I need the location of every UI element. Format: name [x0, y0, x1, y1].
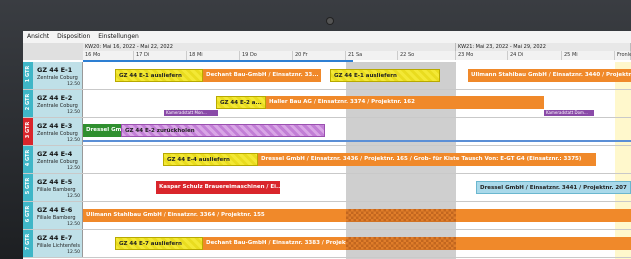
row-stripe: 7 GTR	[23, 230, 33, 257]
row-stripe-text: 4 GTR	[25, 149, 31, 167]
day-header: 21 Sa	[346, 51, 398, 60]
vehicle-row: 4 GTR GZ 44 E-4 Zentrale Coburg 12.50 GZ…	[23, 146, 631, 174]
vehicle-row: 5 GTR GZ 44 E-5 Filiale Bamberg 12.50 Ka…	[23, 174, 631, 202]
row-label[interactable]: 4 GTR GZ 44 E-4 Zentrale Coburg 12.50	[23, 146, 83, 173]
day-header: 20 Fr	[293, 51, 346, 60]
vehicle-name: GZ 44 E-2	[37, 94, 73, 102]
vehicle-location: Filiale Lichtenfels	[37, 243, 80, 249]
planner-window: Ansicht Disposition Einstellungen KW20: …	[23, 31, 631, 259]
vehicle-number: 12.50	[67, 194, 80, 199]
row-stripe: 5 GTR	[23, 174, 33, 201]
row-stripe-text: 7 GTR	[25, 233, 31, 251]
task-bar[interactable]: Ullmann Stahlbau GmbH / Einsatznr. 3440 …	[468, 69, 631, 82]
vehicle-number: 12.50	[67, 250, 80, 255]
task-bar[interactable]: GZ 44 E-2 a...	[216, 96, 266, 109]
vehicle-location: Zentrale Coburg	[37, 131, 78, 137]
task-bar[interactable]: Dressel GmbH / Einsatznr. 3441 / Projekt…	[476, 181, 631, 194]
vehicle-number: 12.50	[67, 222, 80, 227]
menu-ansicht[interactable]: Ansicht	[27, 33, 49, 40]
day-header: 19 Do	[240, 51, 293, 60]
vehicle-location: Zentrale Coburg	[37, 159, 78, 165]
week-header: KW21: Mai 23, 2022 - Mai 29, 2022	[456, 43, 631, 51]
vehicle-row: 3 GTR GZ 44 E-3 Zentrale Coburg 12.50 Dr…	[23, 118, 631, 146]
day-header: 25 Mi	[562, 51, 615, 60]
row-stripe-text: 3 GTR	[25, 121, 31, 139]
menu-disposition[interactable]: Disposition	[57, 33, 90, 40]
row-stripe: 6 GTR	[23, 202, 33, 229]
task-bar-continued[interactable]	[456, 209, 631, 222]
vehicle-name: GZ 44 E-7	[37, 234, 73, 242]
day-header: 24 Di	[508, 51, 562, 60]
vehicle-number: 12.50	[67, 138, 80, 143]
day-header: 22 So	[398, 51, 456, 60]
vehicle-row: 7 GTR GZ 44 E-7 Filiale Lichtenfels 12.5…	[23, 230, 631, 258]
row-label[interactable]: 5 GTR GZ 44 E-5 Filiale Bamberg 12.50	[23, 174, 83, 201]
week-header: KW20: Mai 16, 2022 - Mai 22, 2022	[83, 43, 456, 51]
row-stripe: 2 GTR	[23, 90, 33, 117]
task-bar[interactable]: GZ 44 E-1 ausliefern	[115, 69, 203, 82]
vehicle-location: Filiale Bamberg	[37, 215, 76, 221]
day-header: Fronle	[615, 51, 631, 60]
vehicle-name: GZ 44 E-6	[37, 206, 73, 214]
day-header: 17 Di	[134, 51, 187, 60]
row-label[interactable]: 7 GTR GZ 44 E-7 Filiale Lichtenfels 12.5…	[23, 230, 83, 257]
task-bar-weekend[interactable]	[346, 209, 456, 222]
vehicle-name: GZ 44 E-1	[37, 66, 73, 74]
vehicle-number: 12.50	[67, 82, 80, 87]
row-stripe-text: 5 GTR	[25, 177, 31, 195]
row-label[interactable]: 1 GTR GZ 44 E-1 Zentrale Coburg 12.50	[23, 62, 83, 89]
timeline-line	[83, 140, 631, 142]
task-bar-weekend[interactable]	[346, 237, 456, 250]
day-header: 23 Mo	[456, 51, 508, 60]
row-stripe-text: 2 GTR	[25, 93, 31, 111]
task-bar[interactable]: Kaspar Schulz Brauereimaschinen / Ei...	[156, 181, 280, 194]
task-bar[interactable]: Dechant Bau-GmbH / Einsatznr. 3383 / Pro…	[203, 237, 346, 250]
task-bar[interactable]: GZ 44 E-4 ausliefern	[163, 153, 258, 166]
task-bar[interactable]: GZ 44 E-1 ausliefern	[330, 69, 440, 82]
vehicle-location: Zentrale Coburg	[37, 103, 78, 109]
vehicle-row: 2 GTR GZ 44 E-2 Zentrale Coburg 12.50 GZ…	[23, 90, 631, 118]
vehicle-location: Filiale Bamberg	[37, 187, 76, 193]
status-tag[interactable]: Kameradstatt Dom...	[544, 110, 594, 116]
row-stripe-text: 1 GTR	[25, 65, 31, 83]
vehicle-row: 1 GTR GZ 44 E-1 Zentrale Coburg 12.50 GZ…	[23, 62, 631, 90]
row-stripe: 1 GTR	[23, 62, 33, 89]
status-tag[interactable]: Kameradstatt Mon...	[164, 110, 218, 116]
task-bar[interactable]: GZ 44 E-2 zurückholen	[121, 124, 325, 137]
header-corner	[23, 43, 84, 60]
task-bar[interactable]: Haller Bau AG / Einsatznr. 3374 / Projek…	[266, 96, 544, 109]
row-stripe-text: 6 GTR	[25, 205, 31, 223]
task-bar-continued[interactable]	[456, 237, 631, 250]
menu-einstellungen[interactable]: Einstellungen	[98, 33, 139, 40]
day-header: 16 Mo	[83, 51, 134, 60]
vehicle-name: GZ 44 E-4	[37, 150, 73, 158]
task-bar[interactable]: Dressel GmbH	[83, 124, 121, 137]
vehicle-row: 6 GTR GZ 44 E-6 Filiale Bamberg 12.50 Ul…	[23, 202, 631, 230]
task-bar[interactable]: GZ 44 E-7 ausliefern	[115, 237, 203, 250]
vehicle-name: GZ 44 E-3	[37, 122, 73, 130]
vehicle-number: 12.50	[67, 166, 80, 171]
day-header: 18 Mi	[187, 51, 240, 60]
vehicle-location: Zentrale Coburg	[37, 75, 78, 81]
task-bar[interactable]: Dechant Bau-GmbH / Einsatznr. 33...	[203, 69, 321, 82]
task-bar[interactable]: Ullmann Stahlbau GmbH / Einsatznr. 3364 …	[83, 209, 346, 222]
row-label[interactable]: 2 GTR GZ 44 E-2 Zentrale Coburg 12.50	[23, 90, 83, 117]
row-label[interactable]: 6 GTR GZ 44 E-6 Filiale Bamberg 12.50	[23, 202, 83, 229]
row-stripe: 3 GTR	[23, 118, 33, 145]
task-bar[interactable]: Dressel GmbH / Einsatznr. 3436 / Projekt…	[258, 153, 596, 166]
vehicle-name: GZ 44 E-5	[37, 178, 73, 186]
camera-icon	[327, 18, 333, 24]
vehicle-number: 12.50	[67, 110, 80, 115]
row-label[interactable]: 3 GTR GZ 44 E-3 Zentrale Coburg 12.50	[23, 118, 83, 145]
row-stripe: 4 GTR	[23, 146, 33, 173]
